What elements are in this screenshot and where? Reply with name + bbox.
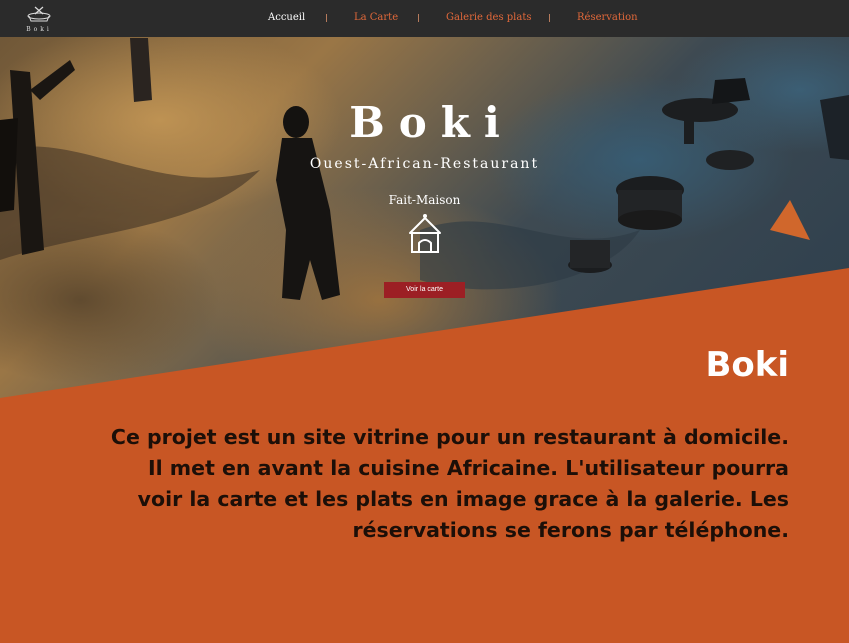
info-title: Boki: [705, 345, 789, 385]
info-description: Ce projet est un site vitrine pour un re…: [110, 425, 789, 542]
logo-text: Boki: [26, 26, 52, 33]
nav-link-galerie[interactable]: Galerie des plats: [446, 12, 531, 23]
nav-separator: [549, 14, 550, 22]
nav-link-accueil[interactable]: Accueil: [268, 12, 305, 23]
nav-link-la-carte[interactable]: La Carte: [354, 12, 398, 23]
nav-link-reservation[interactable]: Réservation: [577, 12, 638, 23]
cooking-pot-icon: [27, 6, 51, 22]
orange-info-panel: [0, 268, 849, 643]
main-navbar: Boki Accueil La Carte Galerie des plats …: [0, 0, 849, 37]
nav-separator: [418, 14, 419, 22]
nav-separator: [326, 14, 327, 22]
logo[interactable]: Boki: [22, 4, 56, 34]
